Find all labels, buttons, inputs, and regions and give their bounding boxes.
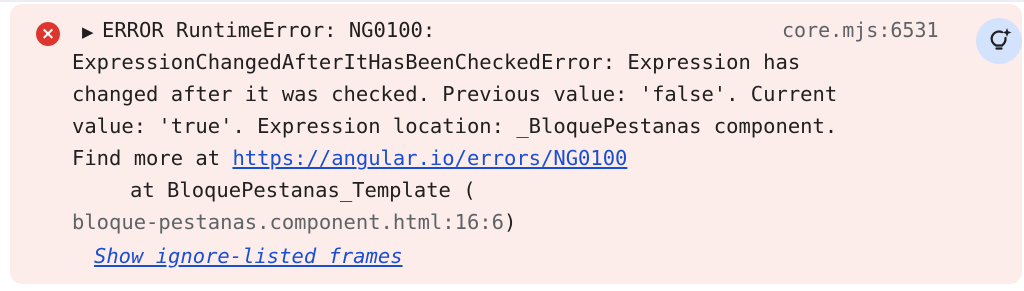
top-divider [0,0,1024,2]
stack-frame-source-link[interactable]: bloque-pestanas.component.html:16:6 [72,210,504,234]
error-message-line: ExpressionChangedAfterItHasBeenCheckedEr… [72,50,801,74]
error-message-line: Find more at https://angular.io/errors/N… [72,142,982,174]
find-more-label: Find more at [72,146,233,170]
error-message-text: ERROR RuntimeError: NG0100: ExpressionCh… [72,14,982,238]
lightbulb-sparkle-icon [990,28,1012,50]
error-icon: × [36,22,60,46]
ai-assistance-button[interactable] [976,18,1022,64]
stack-frame-source-line: bloque-pestanas.component.html:16:6) [72,206,982,238]
show-ignore-listed-frames-link[interactable]: Show ignore-listed frames [94,240,403,272]
console-error-message: × ▶ core.mjs:6531 ERROR RuntimeError: NG… [10,4,1022,284]
error-message-line: value: 'true'. Expression location: _Blo… [72,114,838,138]
error-docs-link[interactable]: https://angular.io/errors/NG0100 [232,146,627,170]
error-message-line: ERROR RuntimeError: NG0100: [102,18,436,42]
close-paren: ) [503,210,517,234]
error-message-line: changed after it was checked. Previous v… [72,82,838,106]
stack-frame-line: at BloquePestanas_Template ( [130,178,476,202]
